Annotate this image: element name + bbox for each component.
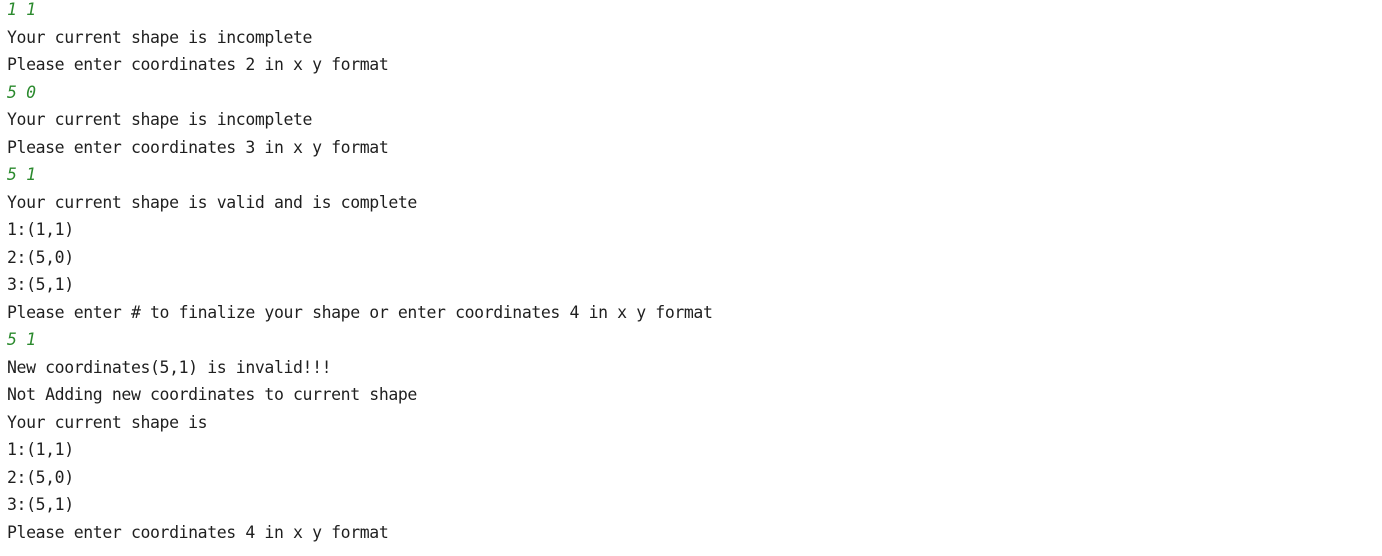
console-output-line: Please enter coordinates 3 in x y format (7, 137, 389, 157)
console-output-line: 3:(5,1) (7, 275, 74, 294)
console-output-line: New coordinates(5,1) is invalid!!! (7, 357, 332, 377)
console-input-line: 5 0 (7, 82, 36, 102)
console-output-line: 1:(1,1) (7, 440, 74, 459)
console-output-line: Please enter coordinates 2 in x y format (7, 55, 389, 74)
console-output-line: Your current shape is incomplete (7, 27, 313, 47)
console-output-line: 2:(5,0) (7, 247, 74, 267)
console-output-line: Your current shape is (7, 412, 208, 432)
console-output-line: 3:(5,1) (7, 495, 74, 514)
console-output-line: Please enter coordinates 4 in x y format (7, 522, 389, 542)
console-output-line: Your current shape is valid and is compl… (7, 192, 417, 212)
console-output-line: 2:(5,0) (7, 467, 74, 487)
console-input-line: 5 1 (7, 165, 36, 184)
console-output[interactable]: 1 1 Your current shape is incomplete Ple… (7, 0, 1382, 556)
console-output-line: Your current shape is incomplete (7, 110, 313, 129)
console-output-line: Not Adding new coordinates to current sh… (7, 385, 417, 404)
console-input-line: 1 1 (7, 0, 36, 19)
console-output-line: Please enter # to finalize your shape or… (7, 302, 713, 322)
console-input-line: 5 1 (7, 330, 36, 349)
console-output-line: 1:(1,1) (7, 220, 74, 239)
